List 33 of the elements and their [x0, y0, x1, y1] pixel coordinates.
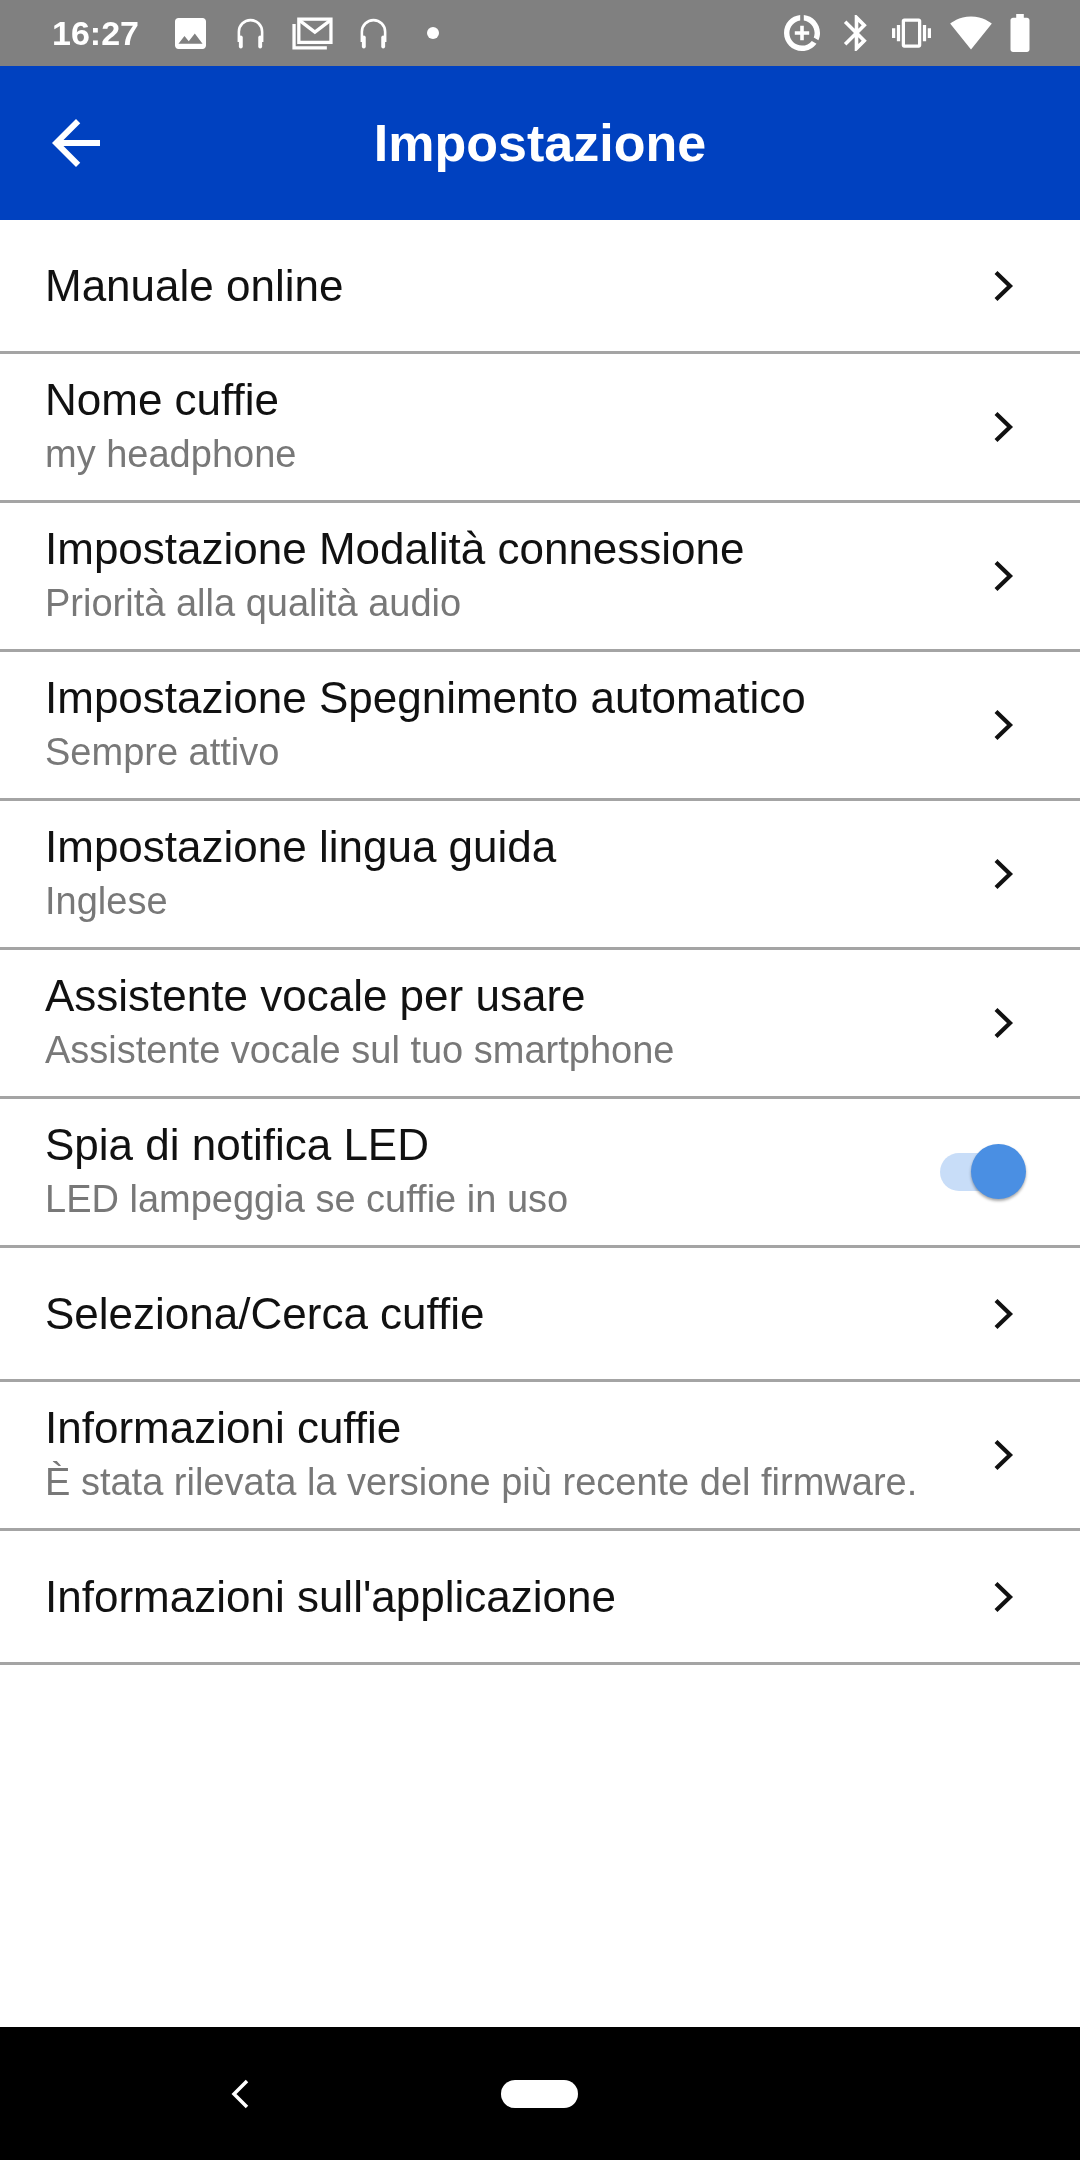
- chevron-right-icon: [993, 1007, 1015, 1039]
- chevron-right-icon: [993, 1580, 1015, 1613]
- chevron-right-icon: [993, 269, 1015, 302]
- chevron-right-icon: [993, 411, 1015, 443]
- chevron-right-icon: [993, 709, 1015, 741]
- settings-item[interactable]: Impostazione lingua guida Inglese: [0, 801, 1080, 950]
- dot-icon: [426, 27, 439, 39]
- mail-icon: [291, 16, 333, 50]
- toggle-switch[interactable]: [940, 1144, 1026, 1200]
- settings-item[interactable]: Informazioni cuffie È stata rilevata la versione più recente del firmware.: [0, 1382, 1080, 1531]
- battery-icon: [1009, 14, 1031, 52]
- back-button[interactable]: [229, 2078, 249, 2109]
- chevron-right-icon: [993, 1297, 1015, 1330]
- chevron-right-icon: [993, 1439, 1015, 1471]
- settings-item[interactable]: Impostazione Modalità connessione Priorità alla qualità audio: [0, 503, 1080, 652]
- back-icon: [52, 119, 100, 167]
- setting-title: Spia di notifica LED: [45, 1119, 430, 1171]
- chevron-right-icon: [993, 858, 1015, 890]
- circle-plus-icon: [784, 15, 820, 51]
- image-icon: [174, 17, 206, 49]
- back-icon: [229, 2078, 249, 2109]
- settings-item[interactable]: Nome cuffie my headphone: [0, 354, 1080, 503]
- settings-item[interactable]: Seleziona/Cerca cuffie: [0, 1248, 1080, 1382]
- chevron-right-icon: [993, 560, 1015, 592]
- settings-item[interactable]: Informazioni sull'applicazione: [0, 1531, 1080, 1665]
- home-button[interactable]: [501, 2079, 578, 2108]
- settings-item[interactable]: Impostazione Spegnimento automatico Sempre attivo: [0, 652, 1080, 801]
- settings-item[interactable]: Manuale online: [0, 220, 1080, 354]
- vibrate-icon: [892, 18, 931, 48]
- setting-description: LED lampeggia se cuffie in uso: [45, 1177, 570, 1222]
- settings-item[interactable]: Assistente vocale per usare Assistente vocale sul tuo smartphone: [0, 950, 1080, 1099]
- status-time: 16:27: [52, 16, 139, 50]
- wifi-icon: [950, 16, 992, 50]
